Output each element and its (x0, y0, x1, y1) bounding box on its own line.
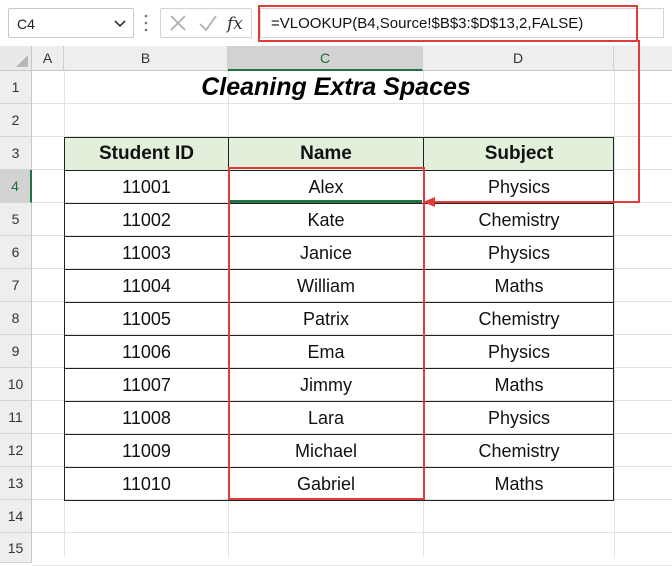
formula-buttons: fx (160, 8, 252, 38)
table-cell[interactable]: 11001 (65, 171, 228, 203)
worksheet-grid[interactable]: A B C D 1 2 3 4 5 6 7 8 9 10 11 12 13 14 15 Cleaning E… (0, 40, 672, 566)
table-cell[interactable]: Physics (424, 402, 614, 434)
name-box-value: C4 (17, 16, 35, 32)
sheet-title: Cleaning Extra Spaces (201, 73, 471, 101)
column-header-a[interactable]: A (32, 46, 64, 71)
table-cell[interactable]: 11003 (65, 237, 228, 269)
formula-highlight-box (258, 5, 638, 42)
table-cell[interactable]: Maths (424, 369, 614, 401)
row-header-2[interactable]: 2 (0, 104, 32, 137)
table-cell[interactable]: 11002 (65, 204, 228, 236)
table-cell[interactable]: 11009 (65, 435, 228, 467)
table-cell[interactable]: Physics (424, 237, 614, 269)
cancel-x-icon[interactable] (167, 12, 189, 34)
arrow-head-icon (423, 197, 435, 207)
formula-bar: C4 fx =VLOOKUP(B4,Source!$B$3:$D$13,2,FA… (0, 0, 672, 46)
name-box[interactable]: C4 (8, 8, 134, 38)
select-all-button[interactable] (0, 46, 32, 71)
table-cell[interactable]: 11007 (65, 369, 228, 401)
enter-check-icon[interactable] (197, 12, 219, 34)
table-cell[interactable]: 11006 (65, 336, 228, 368)
table-header-cell[interactable]: Student ID (65, 138, 228, 170)
row-header-7[interactable]: 7 (0, 269, 32, 302)
table-cell[interactable]: Maths (424, 270, 614, 302)
row-header-5[interactable]: 5 (0, 203, 32, 236)
name-column-highlight-box (228, 167, 425, 500)
row-header-4[interactable]: 4 (0, 170, 32, 203)
row-header-1[interactable]: 1 (0, 71, 32, 104)
column-header-b[interactable]: B (64, 46, 228, 71)
callout-arrow-vertical (638, 40, 640, 203)
table-cell[interactable]: 11004 (65, 270, 228, 302)
row-header-13[interactable]: 13 (0, 467, 32, 500)
row-header-3[interactable]: 3 (0, 137, 32, 170)
insert-function-icon[interactable]: fx (225, 12, 247, 34)
table-header-cell[interactable]: Name (229, 138, 423, 170)
row-header-12[interactable]: 12 (0, 434, 32, 467)
row-header-14[interactable]: 14 (0, 500, 32, 533)
column-header-next[interactable] (614, 46, 672, 71)
row-header-15[interactable]: 15 (0, 533, 32, 563)
table-header-cell[interactable]: Subject (424, 138, 614, 170)
chevron-down-icon[interactable] (112, 13, 128, 33)
row-header-6[interactable]: 6 (0, 236, 32, 269)
column-header-d[interactable]: D (423, 46, 614, 71)
table-cell[interactable]: 11008 (65, 402, 228, 434)
table-cell[interactable]: Physics (424, 171, 614, 203)
column-header-c[interactable]: C (228, 46, 423, 71)
table-cell[interactable]: Chemistry (424, 204, 614, 236)
table-cell[interactable]: 11005 (65, 303, 228, 335)
table-cell[interactable]: Chemistry (424, 435, 614, 467)
more-options-icon[interactable] (144, 12, 148, 34)
row-header-8[interactable]: 8 (0, 302, 32, 335)
row-header-10[interactable]: 10 (0, 368, 32, 401)
table-cell[interactable]: 11010 (65, 468, 228, 500)
row-header-11[interactable]: 11 (0, 401, 32, 434)
table-cell[interactable]: Maths (424, 468, 614, 500)
table-cell[interactable]: Physics (424, 336, 614, 368)
svg-text:fx: fx (225, 14, 243, 34)
row-header-9[interactable]: 9 (0, 335, 32, 368)
table-cell[interactable]: Chemistry (424, 303, 614, 335)
callout-arrow-horizontal (432, 201, 640, 203)
